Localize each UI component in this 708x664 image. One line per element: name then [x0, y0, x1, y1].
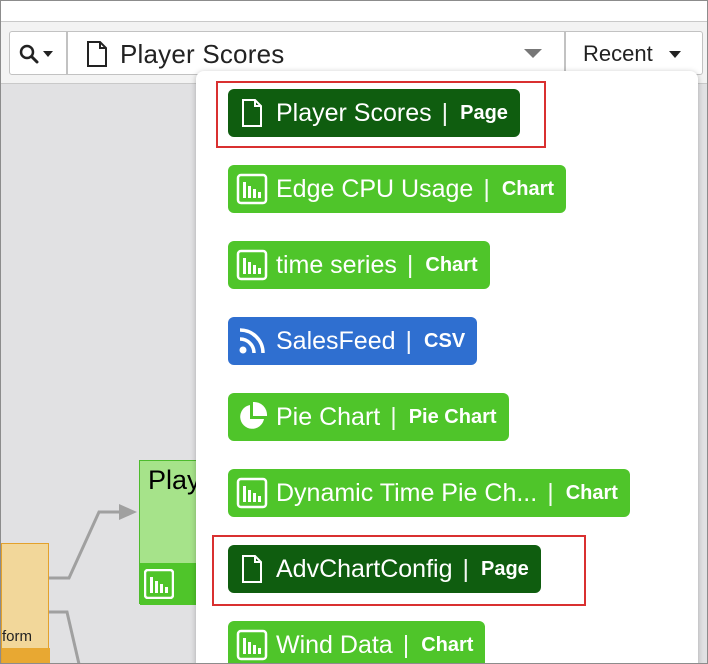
recent-item[interactable]: Player Scores | Page [228, 89, 520, 137]
recent-button[interactable]: Recent [565, 31, 703, 75]
page-icon [234, 551, 270, 587]
recent-item-type: CSV [424, 329, 466, 352]
page-title: Player Scores [120, 39, 285, 69]
recent-label: Recent [583, 41, 653, 66]
recent-item[interactable]: Edge CPU Usage | Chart [228, 165, 567, 213]
separator: | [441, 98, 449, 127]
search-menu-button[interactable] [9, 31, 67, 75]
bar-chart-icon [234, 475, 270, 511]
recent-item[interactable]: Pie Chart | Pie Chart [228, 393, 509, 441]
recent-item-name: time series [276, 250, 397, 279]
recent-item-type: Pie Chart [408, 405, 497, 428]
separator: | [406, 250, 414, 279]
canvas-node-form[interactable]: form [1, 543, 50, 663]
rss-feed-icon [234, 323, 270, 359]
recent-item[interactable]: time series | Chart [228, 241, 490, 289]
bar-chart-icon [144, 569, 174, 599]
bar-chart-icon [234, 171, 270, 207]
recent-item-name: SalesFeed [276, 326, 396, 355]
recent-item-type: Page [480, 557, 529, 580]
separator: | [405, 326, 413, 355]
page-icon [234, 95, 270, 131]
recent-item[interactable]: AdvChartConfig | Page [228, 545, 541, 593]
bar-chart-icon [234, 627, 270, 663]
recent-item-type: Chart [421, 633, 474, 656]
separator: | [402, 630, 410, 659]
search-icon [19, 44, 53, 64]
separator: | [462, 554, 469, 583]
caret-down-icon [669, 51, 681, 58]
recent-dropdown: Player Scores | Page Edge CPU Usage | Chart ti… [196, 71, 698, 663]
recent-item-name: AdvChartConfig [276, 554, 453, 583]
recent-item-type: Chart [501, 177, 555, 200]
recent-item-name: Wind Data [276, 630, 393, 659]
pie-chart-icon [234, 399, 270, 435]
bar-chart-icon [234, 247, 270, 283]
recent-item-name: Player Scores [276, 98, 432, 127]
separator: | [390, 402, 397, 431]
recent-item-type: Chart [425, 253, 478, 276]
recent-item[interactable]: Dynamic Time Pie Ch... | Chart [228, 469, 630, 517]
node-footer [2, 648, 50, 663]
page-icon [87, 41, 107, 67]
page-selector[interactable]: Player Scores [67, 31, 565, 75]
chevron-down-icon[interactable] [524, 49, 542, 58]
top-strip [1, 1, 707, 22]
recent-item[interactable]: SalesFeed | CSV [228, 317, 478, 365]
separator: | [547, 478, 554, 507]
recent-item-name: Dynamic Time Pie Ch... [276, 478, 538, 507]
app-window: Player Scores Recent Play form Player Sc… [0, 0, 708, 664]
node-label: form [2, 628, 32, 645]
separator: | [483, 174, 490, 203]
node-label: Play [148, 465, 201, 495]
recent-item-name: Pie Chart [276, 402, 381, 431]
recent-item-type: Page [460, 101, 508, 124]
recent-item-type: Chart [565, 481, 618, 504]
recent-item[interactable]: Wind Data | Chart [228, 621, 486, 663]
recent-item-name: Edge CPU Usage [276, 174, 474, 203]
